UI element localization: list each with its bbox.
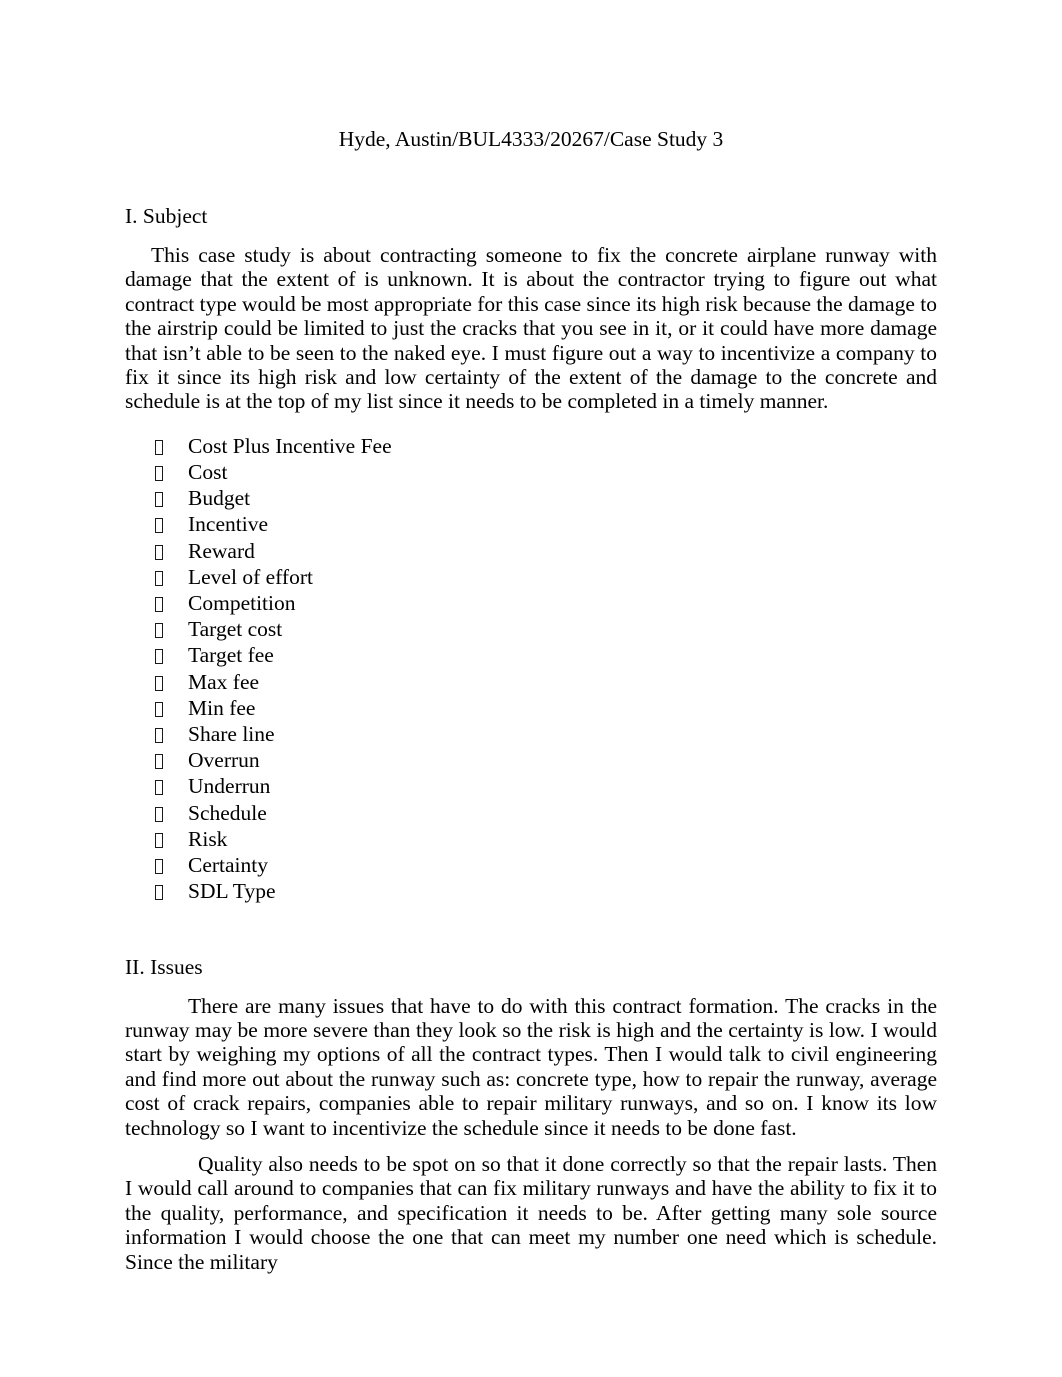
list-item-label: Schedule	[188, 800, 267, 825]
bullet-marker-icon	[155, 747, 188, 773]
list-item-label: Cost	[188, 460, 228, 485]
bullet-marker-icon	[155, 485, 188, 511]
list-item-label: Max fee	[188, 669, 260, 694]
section-heading-subject: I. Subject	[125, 204, 208, 228]
list-item-label: Target fee	[188, 643, 274, 668]
bullet-marker-icon	[155, 538, 188, 564]
list-item: Incentive	[125, 511, 937, 537]
document-page: Hyde, Austin/BUL4333/20267/Case Study 3 …	[0, 0, 1062, 1377]
list-item-label: Incentive	[188, 512, 268, 537]
list-item: Share line	[125, 721, 937, 747]
bullet-marker-icon	[155, 616, 188, 642]
bullet-marker-icon	[155, 695, 188, 721]
bullet-marker-icon	[155, 826, 188, 852]
document-body: Hyde, Austin/BUL4333/20267/Case Study 3 …	[125, 0, 937, 1274]
list-item: Level of effort	[125, 564, 937, 590]
bullet-marker-icon	[155, 773, 188, 799]
list-item: Min fee	[125, 695, 937, 721]
list-item-label: Target cost	[188, 617, 283, 642]
list-item-label: Underrun	[188, 774, 271, 799]
list-item: Target fee	[125, 642, 937, 668]
list-item: Certainty	[125, 852, 937, 878]
bullet-marker-icon	[155, 878, 188, 904]
list-item-label: Cost Plus Incentive Fee	[188, 433, 392, 458]
bullet-marker-icon	[155, 642, 188, 668]
bullet-marker-icon	[155, 511, 188, 537]
list-item-label: Min fee	[188, 695, 256, 720]
list-item-label: Risk	[188, 826, 228, 851]
issues-paragraph-2: Quality also needs to be spot on so that…	[125, 1151, 937, 1274]
bullet-marker-icon	[155, 433, 188, 459]
list-item-label: Overrun	[188, 748, 260, 773]
bullet-marker-icon	[155, 852, 188, 878]
document-title: Hyde, Austin/BUL4333/20267/Case Study 3	[338, 127, 724, 151]
bullet-marker-icon	[155, 800, 188, 826]
bullet-marker-icon	[155, 721, 188, 747]
list-item: Overrun	[125, 747, 937, 773]
list-item-label: Budget	[188, 486, 251, 511]
list-item: Cost	[125, 459, 937, 485]
list-item-label: Share line	[188, 722, 275, 747]
list-item: Reward	[125, 538, 937, 564]
list-item: Budget	[125, 485, 937, 511]
bullet-marker-icon	[155, 459, 188, 485]
list-item-label: SDL Type	[188, 879, 276, 904]
contract-terms-list: Cost Plus Incentive Fee Cost Budget Ince…	[125, 414, 937, 905]
list-item: Underrun	[125, 773, 937, 799]
subject-paragraph: This case study is about contracting som…	[125, 243, 937, 414]
bullet-marker-icon	[155, 669, 188, 695]
list-item: SDL Type	[125, 878, 937, 904]
list-item-label: Competition	[188, 591, 296, 616]
section-heading-issues: II. Issues	[125, 954, 203, 979]
list-item-label: Certainty	[188, 853, 269, 878]
list-item-label: Level of effort	[188, 564, 313, 589]
list-item: Max fee	[125, 669, 937, 695]
list-item-label: Reward	[188, 538, 255, 563]
bullet-marker-icon	[155, 564, 188, 590]
bullet-marker-icon	[155, 590, 188, 616]
list-item: Risk	[125, 826, 937, 852]
list-item: Cost Plus Incentive Fee	[125, 433, 937, 459]
list-item: Schedule	[125, 800, 937, 826]
issues-paragraph-1: There are many issues that have to do wi…	[125, 993, 937, 1140]
list-item: Target cost	[125, 616, 937, 642]
list-item: Competition	[125, 590, 937, 616]
